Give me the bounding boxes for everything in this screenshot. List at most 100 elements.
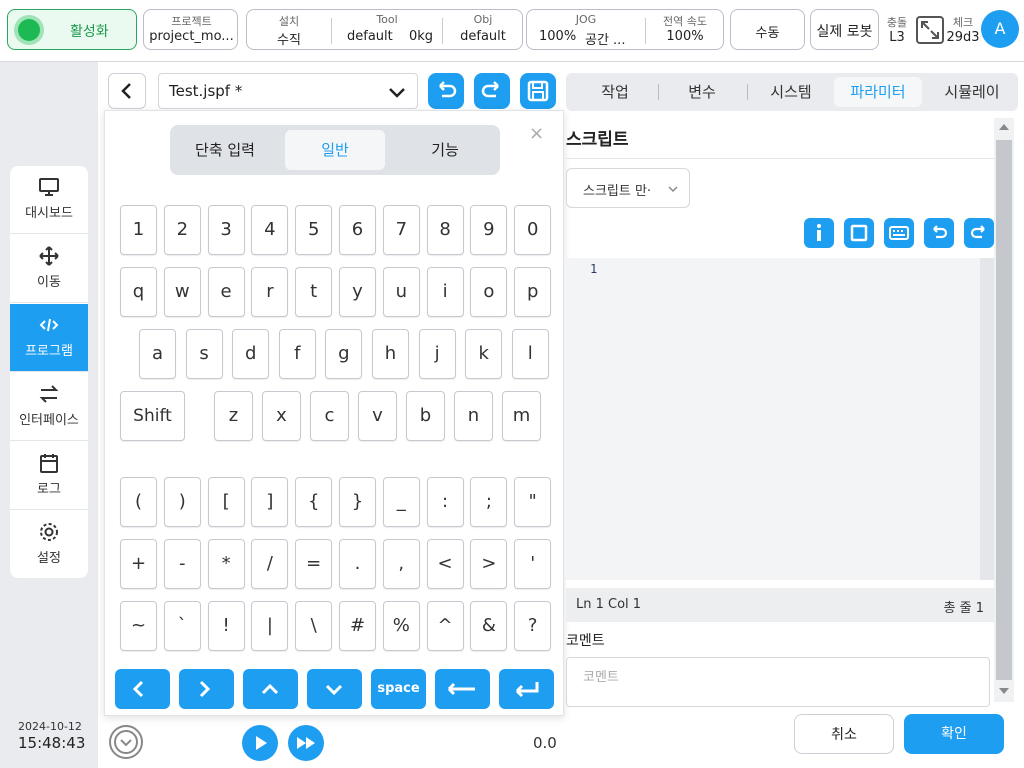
scrollbar-thumb[interactable] xyxy=(996,140,1012,680)
key[interactable]: \ xyxy=(295,601,333,651)
key[interactable]: & xyxy=(470,601,508,651)
tab-simulation[interactable]: 시뮬레이 xyxy=(926,73,1018,111)
key[interactable]: u xyxy=(382,267,420,317)
avatar[interactable]: A xyxy=(981,10,1019,48)
editor-undo-button[interactable] xyxy=(924,218,954,248)
nav-item-interface[interactable]: 인터페이스 xyxy=(10,373,88,441)
key[interactable]: ; xyxy=(470,477,508,527)
key[interactable]: : xyxy=(426,477,464,527)
key[interactable]: n xyxy=(454,391,493,441)
key[interactable]: | xyxy=(251,601,289,651)
key[interactable]: q xyxy=(120,267,157,317)
key[interactable]: ! xyxy=(207,601,245,651)
expand-icon[interactable] xyxy=(916,16,944,44)
jog-speed-panel[interactable]: JOG 100% 공간 ... 전역 속도 100% xyxy=(526,9,724,50)
key[interactable]: ? xyxy=(514,601,552,651)
nav-item-dashboard[interactable]: 대시보드 xyxy=(10,166,88,234)
play-button[interactable] xyxy=(242,725,278,761)
key[interactable]: w xyxy=(163,267,201,317)
key[interactable]: z xyxy=(214,391,253,441)
key[interactable]: h xyxy=(372,329,409,379)
key[interactable]: 7 xyxy=(382,205,420,255)
script-editor[interactable]: 1 xyxy=(566,258,994,590)
key[interactable]: * xyxy=(207,539,245,589)
key[interactable]: # xyxy=(339,601,376,651)
key[interactable]: j xyxy=(418,329,456,379)
key[interactable]: = xyxy=(295,539,333,589)
back-button[interactable] xyxy=(108,73,146,109)
key[interactable]: b xyxy=(406,391,445,441)
project-selector[interactable]: 프로젝트 project_mo... xyxy=(143,9,238,50)
right-arrow-key[interactable] xyxy=(179,669,234,709)
real-robot-button[interactable]: 실제 로봇 xyxy=(810,9,879,50)
key[interactable]: ^ xyxy=(426,601,464,651)
key[interactable]: 9 xyxy=(470,205,508,255)
key[interactable]: " xyxy=(514,477,552,527)
key[interactable]: 4 xyxy=(251,205,289,255)
undo-button[interactable] xyxy=(428,73,464,109)
key[interactable]: [ xyxy=(207,477,245,527)
confirm-button[interactable]: 확인 xyxy=(904,714,1004,754)
nav-item-log[interactable]: 로그 xyxy=(10,442,88,510)
backspace-key[interactable] xyxy=(435,669,490,709)
keyboard-button[interactable] xyxy=(884,218,914,248)
comment-input[interactable]: 코멘트 xyxy=(566,657,990,707)
key[interactable]: + xyxy=(120,539,157,589)
key[interactable]: 3 xyxy=(207,205,245,255)
key[interactable]: y xyxy=(339,267,376,317)
tab-parameter[interactable]: 파라미터 xyxy=(834,77,922,107)
nav-item-settings[interactable]: 설정 xyxy=(10,511,88,579)
key[interactable]: 8 xyxy=(426,205,464,255)
key[interactable]: , xyxy=(382,539,420,589)
key[interactable]: m xyxy=(502,391,541,441)
left-arrow-key[interactable] xyxy=(115,669,170,709)
key[interactable]: g xyxy=(325,329,363,379)
collapse-button[interactable] xyxy=(108,724,144,760)
key[interactable]: f xyxy=(278,329,316,379)
key[interactable]: 1 xyxy=(120,205,157,255)
key[interactable]: d xyxy=(232,329,270,379)
key[interactable]: ) xyxy=(163,477,201,527)
key[interactable]: - xyxy=(163,539,201,589)
key[interactable]: } xyxy=(339,477,376,527)
key[interactable]: ` xyxy=(163,601,201,651)
key[interactable]: a xyxy=(139,329,176,379)
key[interactable]: . xyxy=(339,539,376,589)
key[interactable]: i xyxy=(426,267,464,317)
tab-variable[interactable]: 변수 xyxy=(656,73,748,111)
key[interactable]: ( xyxy=(120,477,157,527)
enter-key[interactable] xyxy=(499,669,554,709)
key[interactable]: ] xyxy=(251,477,289,527)
info-button[interactable] xyxy=(804,218,834,248)
key[interactable]: c xyxy=(310,391,349,441)
nav-item-program[interactable]: 프로그램 xyxy=(10,304,88,372)
key[interactable]: e xyxy=(207,267,245,317)
key[interactable]: k xyxy=(465,329,503,379)
redo-button[interactable] xyxy=(474,73,510,109)
down-arrow-key[interactable] xyxy=(307,669,362,709)
key[interactable]: _ xyxy=(382,477,420,527)
panel-scrollbar[interactable] xyxy=(994,118,1014,702)
key[interactable]: 0 xyxy=(514,205,552,255)
key[interactable]: v xyxy=(358,391,397,441)
close-icon[interactable]: × xyxy=(529,123,544,144)
key[interactable]: / xyxy=(251,539,289,589)
key[interactable]: > xyxy=(470,539,508,589)
key[interactable]: 2 xyxy=(163,205,201,255)
file-select[interactable]: Test.jspf * xyxy=(158,73,418,109)
fullscreen-button[interactable] xyxy=(844,218,874,248)
key[interactable]: p xyxy=(514,267,552,317)
manual-mode-button[interactable]: 수동 xyxy=(730,9,805,50)
key[interactable]: o xyxy=(470,267,508,317)
key[interactable]: x xyxy=(262,391,301,441)
editor-scrollbar[interactable] xyxy=(980,258,994,580)
tab-function[interactable]: 기능 xyxy=(395,130,495,170)
key[interactable]: ' xyxy=(514,539,552,589)
key[interactable]: % xyxy=(382,601,420,651)
cancel-button[interactable]: 취소 xyxy=(794,714,894,754)
key[interactable]: 5 xyxy=(295,205,333,255)
editor-redo-button[interactable] xyxy=(964,218,994,248)
key[interactable]: r xyxy=(251,267,289,317)
up-arrow-key[interactable] xyxy=(243,669,298,709)
nav-item-move[interactable]: 이동 xyxy=(10,235,88,303)
